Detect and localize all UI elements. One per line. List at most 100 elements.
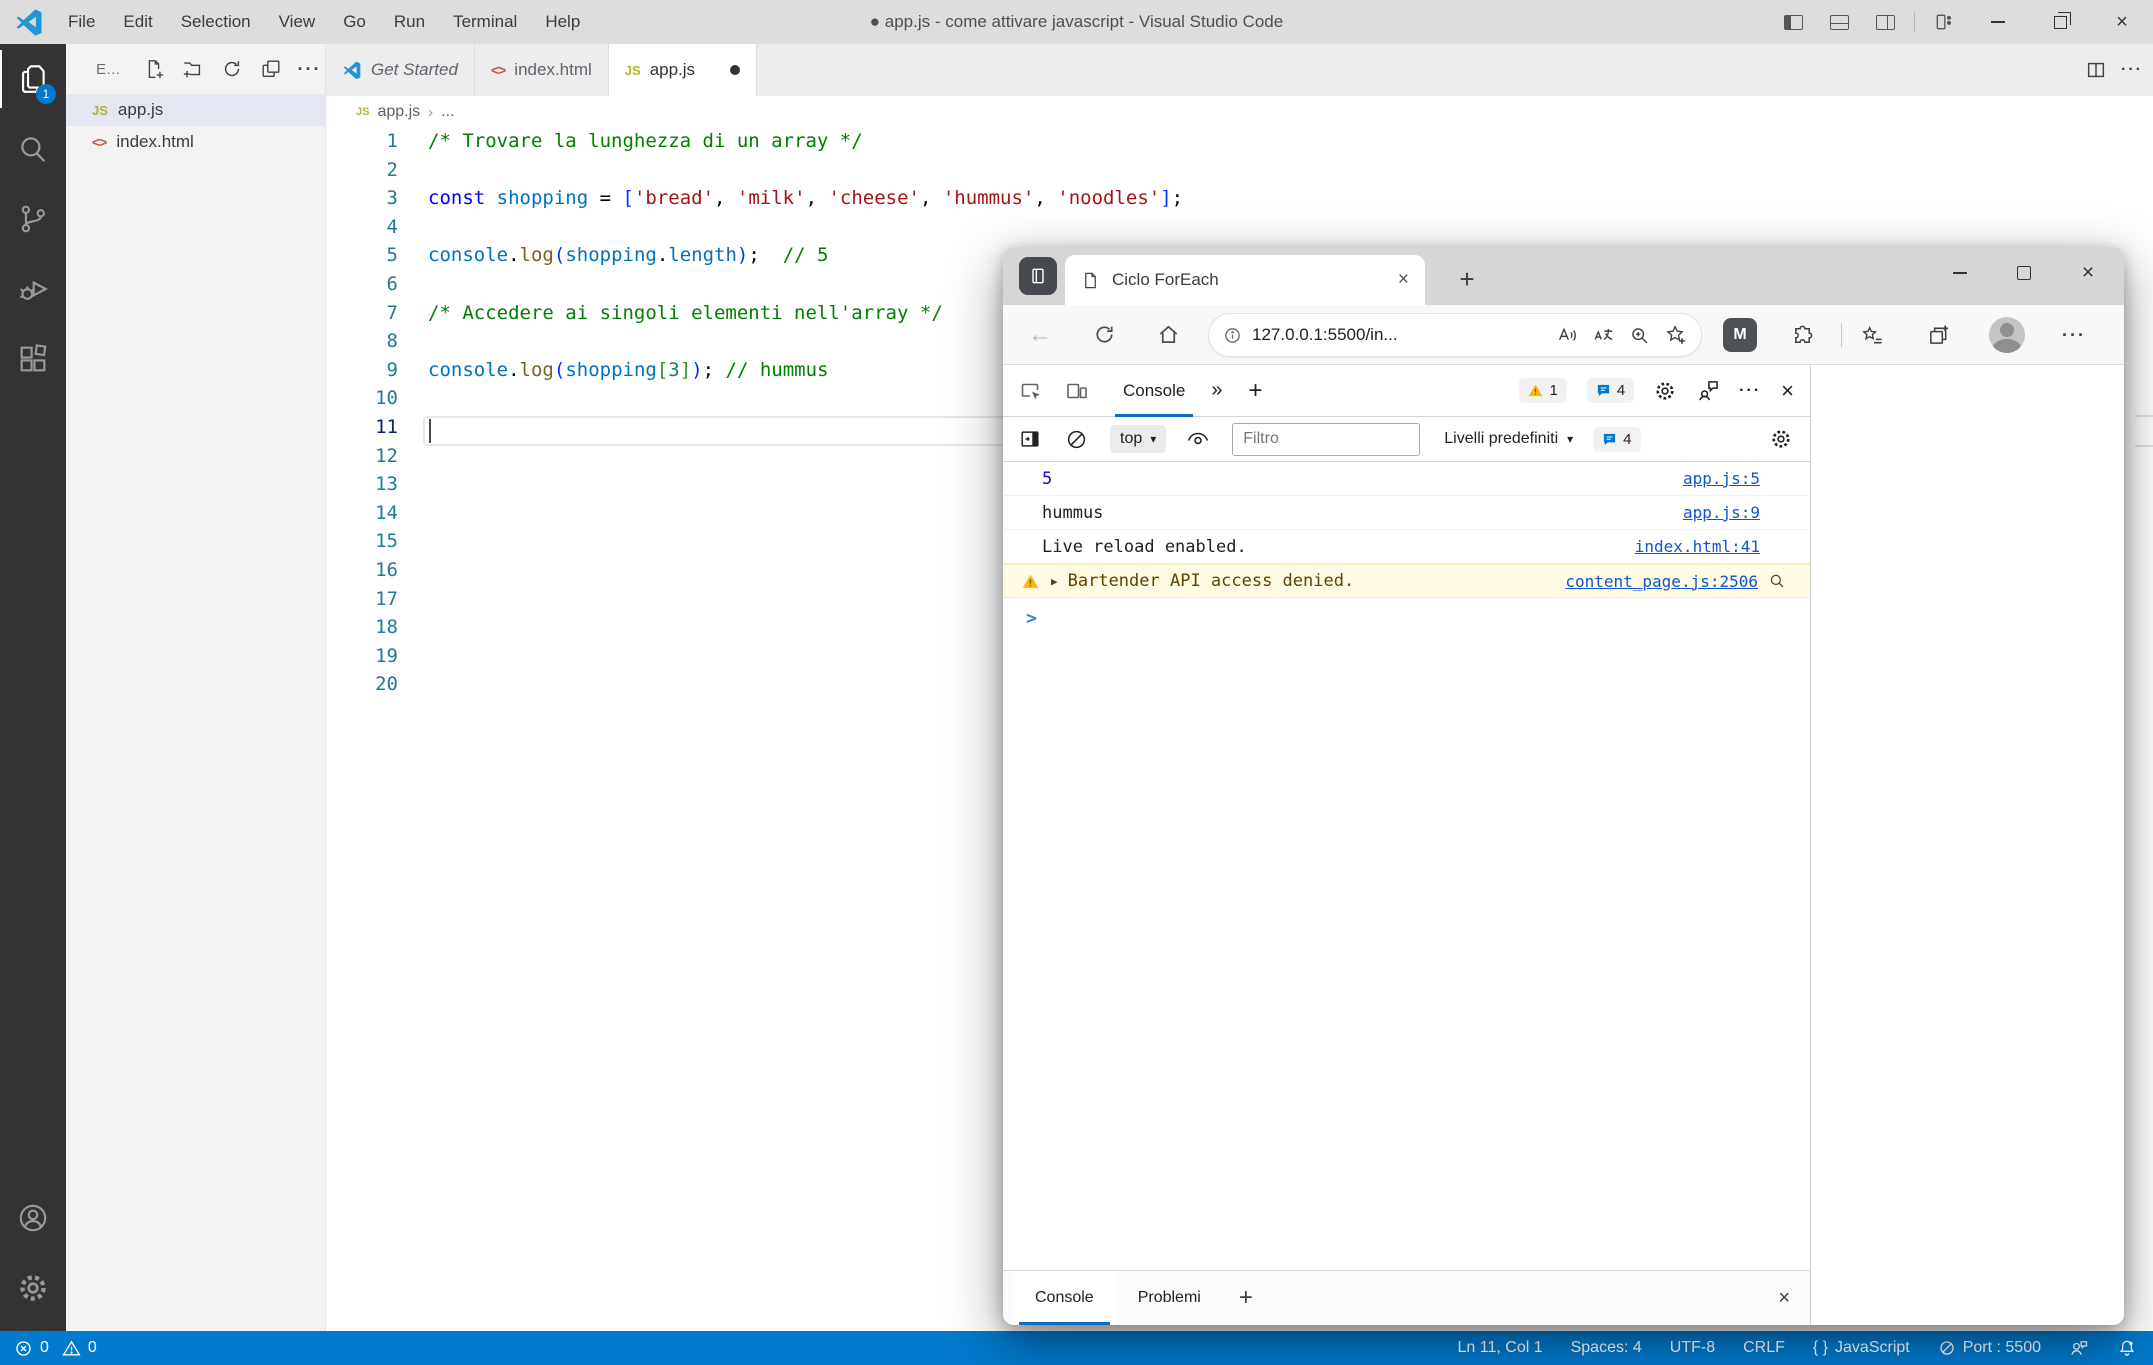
code-line[interactable] (428, 216, 2153, 245)
back-icon[interactable]: ← (1025, 320, 1055, 350)
more-panels-icon[interactable]: » (1211, 379, 1222, 402)
warnings-badge[interactable]: 1 (1519, 378, 1566, 403)
encoding[interactable]: UTF-8 (1670, 1339, 1715, 1357)
file-item-appjs[interactable]: JS app.js (66, 94, 325, 126)
browser-settings-more-icon[interactable]: ··· (2057, 318, 2091, 352)
more-actions-icon[interactable]: ··· (299, 58, 321, 80)
menu-edit[interactable]: Edit (109, 0, 166, 44)
devtools-close-icon[interactable]: × (1781, 378, 1794, 404)
reload-icon[interactable] (1089, 320, 1119, 350)
activity-search-icon[interactable] (0, 114, 66, 184)
translate-icon[interactable] (1593, 325, 1614, 346)
drawer-close-icon[interactable]: × (1778, 1287, 1790, 1310)
problems-indicator[interactable]: 0 0 (14, 1339, 97, 1358)
levels-messages-badge[interactable]: 4 (1593, 427, 1640, 452)
notifications-bell-icon[interactable] (2117, 1338, 2137, 1358)
breadcrumb-more[interactable]: ... (441, 103, 454, 121)
feedback-icon[interactable] (2069, 1338, 2089, 1358)
menu-file[interactable]: File (54, 0, 109, 44)
console-row[interactable]: hummusapp.js:9 (1003, 496, 1810, 530)
console-row[interactable]: Live reload enabled.index.html:41 (1003, 530, 1810, 564)
toggle-secondary-sidebar-icon[interactable] (1862, 0, 1908, 44)
clear-console-icon[interactable] (1065, 428, 1088, 451)
browser-close-button[interactable]: × (2056, 247, 2120, 299)
eol-sequence[interactable]: CRLF (1743, 1339, 1785, 1357)
home-icon[interactable] (1153, 320, 1183, 350)
new-tab-button[interactable]: + (1447, 259, 1487, 299)
split-editor-icon[interactable] (2085, 59, 2107, 81)
tab-get-started[interactable]: Get Started (326, 44, 475, 96)
source-link[interactable]: content_page.js:2506 (1565, 572, 1758, 591)
activity-explorer-icon[interactable]: 1 (0, 44, 66, 114)
console-prompt[interactable]: > (1003, 598, 1810, 638)
live-server-port[interactable]: Port : 5500 (1938, 1339, 2041, 1357)
read-aloud-icon[interactable] (1557, 325, 1578, 346)
activity-extensions-icon[interactable] (0, 324, 66, 394)
inspect-element-icon[interactable] (1019, 379, 1043, 403)
drawer-add-icon[interactable]: + (1239, 1284, 1253, 1312)
code-line[interactable]: /* Trovare la lunghezza di un array */ (428, 130, 2153, 159)
menu-go[interactable]: Go (329, 0, 380, 44)
menu-terminal[interactable]: Terminal (439, 0, 531, 44)
devtools-settings-gear-icon[interactable] (1654, 380, 1676, 402)
add-favorite-star-icon[interactable] (1665, 324, 1687, 346)
source-link[interactable]: app.js:9 (1683, 503, 1760, 522)
account-icon[interactable] (0, 1183, 66, 1253)
toggle-sidebar-icon[interactable] (1770, 0, 1816, 44)
device-emulation-icon[interactable] (1065, 379, 1089, 403)
close-button[interactable]: × (2091, 0, 2153, 44)
source-link[interactable]: app.js:5 (1683, 469, 1760, 488)
tab-index-html[interactable]: <> index.html (475, 44, 609, 96)
modified-dot-icon[interactable] (730, 65, 740, 75)
indentation[interactable]: Spaces: 4 (1571, 1339, 1642, 1357)
menu-selection[interactable]: Selection (167, 0, 265, 44)
browser-tab[interactable]: Ciclo ForEach × (1065, 255, 1425, 305)
zoom-icon[interactable] (1629, 325, 1650, 346)
console-sidebar-toggle-icon[interactable] (1019, 428, 1041, 450)
profile-avatar[interactable] (1989, 317, 2025, 353)
new-file-icon[interactable] (143, 58, 165, 80)
customize-layout-icon[interactable] (1921, 0, 1967, 44)
console-row[interactable]: ▶Bartender API access denied.content_pag… (1003, 564, 1810, 598)
activity-source-control-icon[interactable] (0, 184, 66, 254)
explorer-section-title[interactable]: E... (96, 61, 121, 78)
language-mode[interactable]: { } JavaScript (1813, 1339, 1910, 1357)
refresh-explorer-icon[interactable] (221, 58, 243, 80)
menu-view[interactable]: View (265, 0, 330, 44)
address-bar[interactable]: 127.0.0.1:5500/in... (1208, 313, 1702, 357)
breadcrumb-file[interactable]: app.js (377, 103, 420, 121)
code-line[interactable] (428, 159, 2153, 188)
extension-puzzle-icon[interactable] (1785, 318, 1819, 352)
live-expression-eye-icon[interactable] (1186, 427, 1210, 451)
log-levels-selector[interactable]: Livelli predefiniti ▾ (1444, 430, 1573, 448)
drawer-tab-console[interactable]: Console (1013, 1271, 1116, 1325)
collapse-folders-icon[interactable] (260, 58, 282, 80)
add-panel-icon[interactable]: + (1249, 377, 1263, 405)
browser-minimize-button[interactable] (1928, 247, 1992, 299)
devtools-more-icon[interactable]: ··· (1739, 382, 1761, 400)
devtools-tab-console[interactable]: Console (1107, 365, 1201, 417)
browser-maximize-button[interactable] (1992, 247, 2056, 299)
extension-m-icon[interactable]: M (1723, 318, 1757, 352)
new-folder-icon[interactable] (182, 58, 204, 80)
collections-icon[interactable] (1921, 318, 1955, 352)
menu-help[interactable]: Help (531, 0, 594, 44)
context-selector[interactable]: top ▾ (1110, 425, 1166, 453)
source-link[interactable]: index.html:41 (1635, 537, 1760, 556)
search-source-icon[interactable] (1768, 572, 1786, 590)
tab-close-icon[interactable]: × (1398, 269, 1409, 291)
activity-run-debug-icon[interactable] (0, 254, 66, 324)
browser-page-content[interactable] (1810, 365, 2124, 1325)
restore-button[interactable] (2029, 0, 2091, 44)
settings-gear-icon[interactable] (0, 1253, 66, 1323)
devtools-feedback-icon[interactable] (1696, 379, 1719, 402)
tab-app-js[interactable]: JS app.js (609, 44, 757, 96)
console-row[interactable]: 5app.js:5 (1003, 462, 1810, 496)
messages-badge[interactable]: 4 (1587, 378, 1634, 403)
console-filter-input[interactable] (1232, 423, 1420, 456)
code-line[interactable]: const shopping = ['bread', 'milk', 'chee… (428, 187, 2153, 216)
menu-run[interactable]: Run (380, 0, 439, 44)
workspaces-icon[interactable] (1019, 257, 1057, 295)
breadcrumb[interactable]: JS app.js › ... (326, 96, 2153, 128)
editor-more-actions-icon[interactable]: ··· (2121, 61, 2143, 79)
